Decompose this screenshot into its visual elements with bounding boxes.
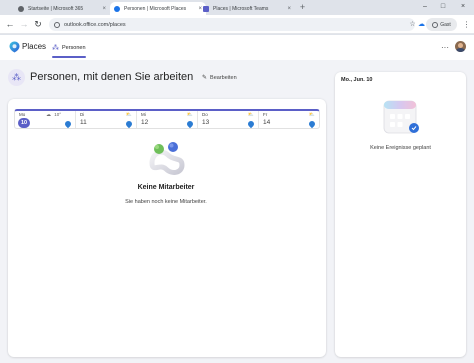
- person-icon: [432, 21, 439, 28]
- edit-people-icon: ✎: [202, 75, 208, 81]
- browser-tab-strip: Startseite | Microsoft 365 × Personen | …: [0, 0, 474, 15]
- location-pin-icon[interactable]: [246, 119, 256, 129]
- teams-favicon-icon: [203, 5, 209, 12]
- maximize-window-button[interactable]: □: [436, 0, 450, 14]
- guest-profile-button[interactable]: Gast: [426, 18, 457, 31]
- address-bar-url: outlook.office.com/places: [64, 21, 126, 28]
- day-name: Di: [80, 112, 85, 117]
- weather-temperature: 10°: [54, 112, 61, 117]
- day-date: 10: [18, 118, 30, 128]
- browser-toolbar: ← → ↻ outlook.office.com/places ☆ ☁ Gast…: [0, 15, 474, 34]
- people-icon: ⁂: [8, 69, 25, 86]
- page-title: Personen, mit denen Sie arbeiten: [30, 71, 194, 83]
- empty-state-title: Keine Mitarbeiter: [137, 184, 195, 191]
- partly-cloudy-icon: ⛅: [125, 112, 132, 118]
- location-pin-icon[interactable]: [307, 119, 317, 129]
- empty-state-subtitle: Sie haben noch keine Mitarbeiter.: [125, 199, 207, 205]
- site-info-icon[interactable]: [54, 21, 60, 28]
- no-events-text: Keine Ereignisse geplant: [370, 145, 431, 151]
- agenda-date: Mo., Jun. 10: [341, 77, 373, 83]
- edit-button[interactable]: ✎ Bearbeiten: [202, 74, 237, 82]
- day-cell-thursday[interactable]: Do 13 ⛅: [198, 111, 259, 129]
- close-window-button[interactable]: ×: [456, 0, 470, 14]
- day-cell-wednesday[interactable]: Mi 12 ⛅: [137, 111, 198, 129]
- coworkers-card: [8, 99, 326, 357]
- nav-tab-label: Personen: [62, 45, 86, 51]
- day-name: Mi: [141, 112, 146, 117]
- day-name: Fr: [263, 112, 268, 117]
- guest-label: Gast: [440, 21, 451, 28]
- partly-cloudy-icon: ⛅: [186, 112, 193, 118]
- back-button[interactable]: ←: [4, 18, 16, 30]
- new-tab-button[interactable]: +: [297, 2, 308, 13]
- globe-icon: [18, 5, 24, 12]
- forward-button[interactable]: →: [18, 18, 30, 30]
- browser-tab-microsoft-365[interactable]: Startseite | Microsoft 365 ×: [14, 2, 110, 15]
- edit-button-label: Bearbeiten: [210, 74, 237, 81]
- day-date: 14: [263, 119, 271, 126]
- day-name: Do: [202, 112, 208, 117]
- active-tab-indicator: [52, 56, 86, 58]
- places-logo-icon: [9, 41, 20, 53]
- browser-menu-icon[interactable]: ⋮: [461, 19, 472, 30]
- browser-tab-teams-places[interactable]: Places | Microsoft Teams ×: [199, 2, 295, 15]
- address-bar[interactable]: outlook.office.com/places: [49, 18, 415, 31]
- more-options-button[interactable]: ···: [441, 43, 449, 52]
- day-cell-friday[interactable]: Fr 14 ⛅: [259, 111, 319, 129]
- close-tab-icon[interactable]: ×: [287, 6, 291, 12]
- location-pin-icon[interactable]: [185, 119, 195, 129]
- day-date: 12: [141, 119, 149, 126]
- no-coworkers-illustration: [149, 142, 185, 175]
- partly-cloudy-icon: ⛅: [308, 112, 315, 118]
- location-pin-icon[interactable]: [124, 119, 134, 129]
- day-cell-tuesday[interactable]: Di 11 ⛅: [76, 111, 137, 129]
- browser-tab-places-people[interactable]: Personen | Microsoft Places ×: [110, 2, 206, 15]
- partly-cloudy-icon: ⛅: [247, 112, 254, 118]
- avatar[interactable]: [455, 41, 466, 52]
- reload-button[interactable]: ↻: [32, 18, 44, 30]
- day-date: 13: [202, 119, 210, 126]
- places-favicon-icon: [114, 5, 120, 12]
- brand-name: Places: [22, 42, 47, 51]
- day-cell-monday[interactable]: Mo 10 10° ☁: [15, 111, 76, 129]
- calendar-illustration: [383, 100, 419, 134]
- nav-tab-personen[interactable]: ⁂ Personen: [52, 39, 86, 57]
- week-strip: Mo 10 10° ☁ Di 11 ⛅ Mi 12 ⛅ Do 13 ⛅ Fr 1…: [14, 109, 320, 129]
- minimize-window-button[interactable]: –: [418, 0, 432, 14]
- people-icon: ⁂: [52, 44, 59, 52]
- location-pin-icon[interactable]: [63, 119, 73, 129]
- close-tab-icon[interactable]: ×: [102, 6, 106, 12]
- cloud-weather-icon: ☁: [46, 112, 51, 118]
- day-date: 11: [80, 119, 87, 126]
- day-name: Mo: [19, 112, 26, 117]
